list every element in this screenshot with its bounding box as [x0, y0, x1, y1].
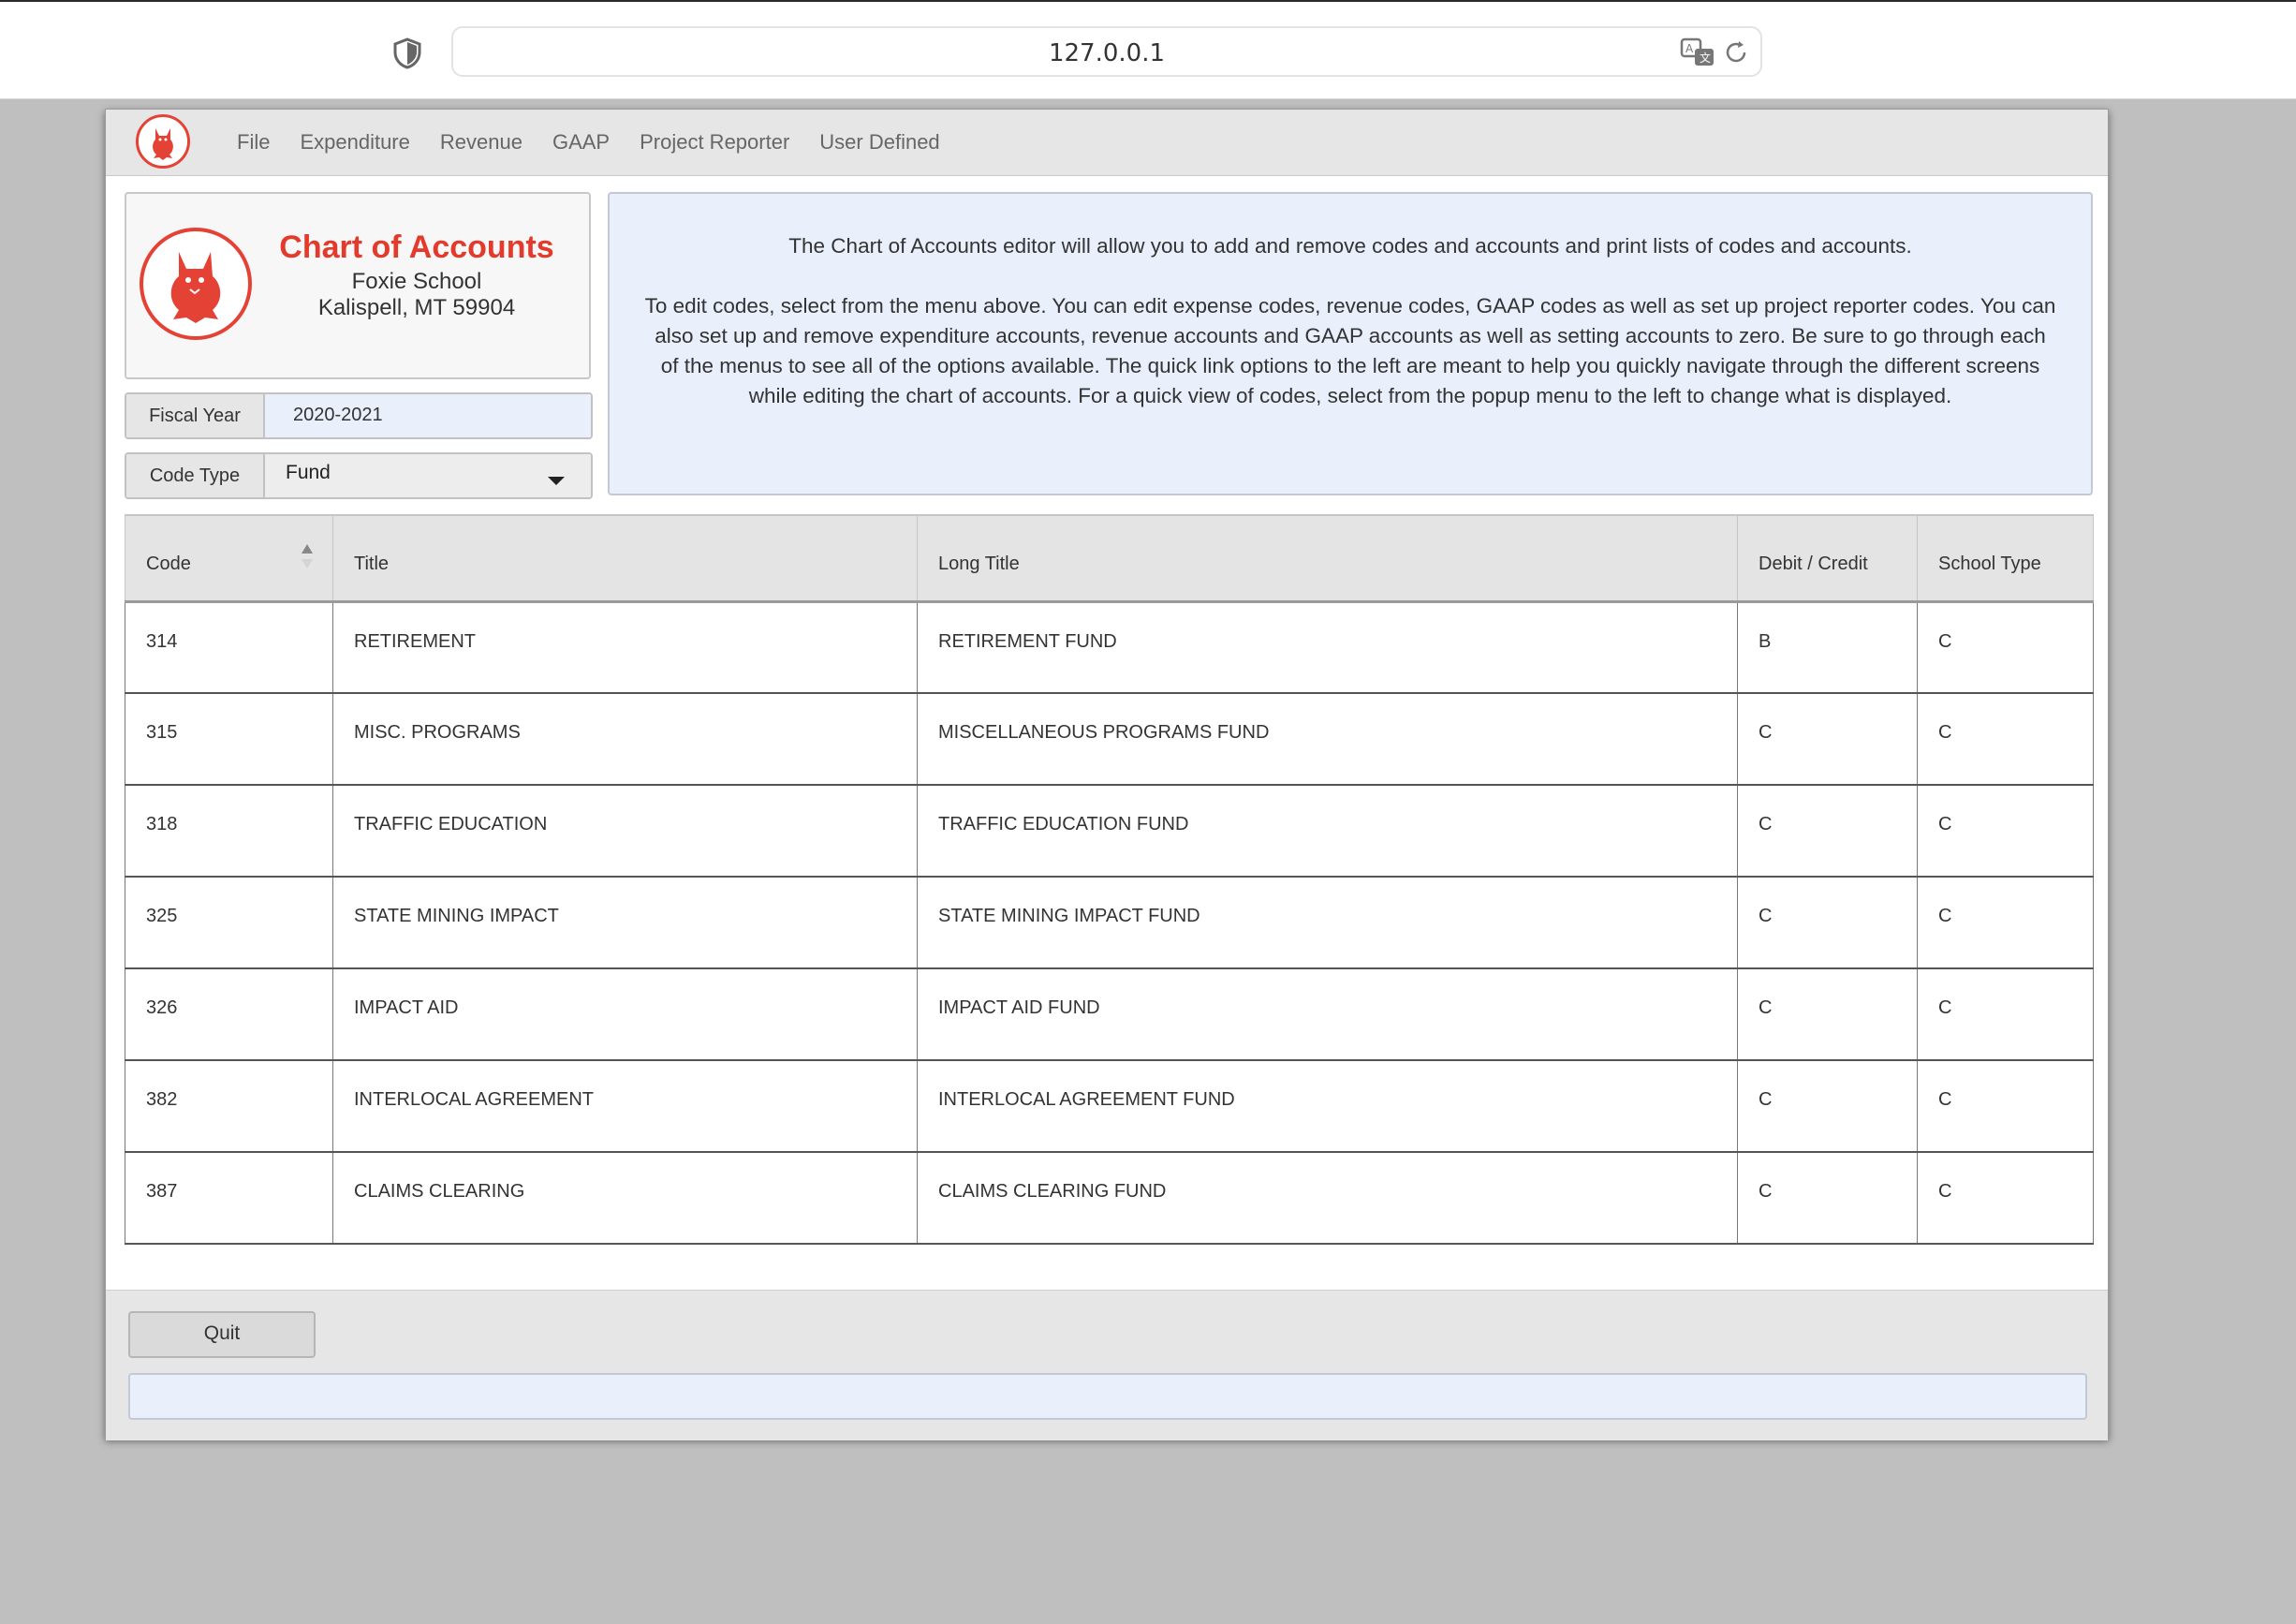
- column-header-code[interactable]: Code: [125, 514, 333, 603]
- table-row[interactable]: 387 CLAIMS CLEARING CLAIMS CLEARING FUND…: [125, 1152, 2094, 1245]
- cell-title: INTERLOCAL AGREEMENT: [332, 1060, 918, 1153]
- cell-school-type: C: [1917, 601, 2094, 694]
- fiscal-year-value[interactable]: 2020-2021: [265, 394, 591, 437]
- url-text: 127.0.0.1: [1048, 39, 1166, 67]
- column-header-label: Title: [354, 554, 390, 575]
- table-row[interactable]: 315 MISC. PROGRAMS MISCELLANEOUS PROGRAM…: [125, 693, 2094, 786]
- cell-code: 387: [125, 1152, 333, 1245]
- column-header-label: Debit / Credit: [1759, 554, 1868, 575]
- column-header-school-type[interactable]: School Type: [1917, 514, 2094, 603]
- menu-bar: File Expenditure Revenue GAAP Project Re…: [106, 110, 2108, 176]
- cell-debit-credit: C: [1737, 877, 1918, 969]
- info-intro: The Chart of Accounts editor will allow …: [788, 234, 1912, 258]
- cell-long-title: STATE MINING IMPACT FUND: [917, 877, 1738, 969]
- footer-bar: Quit: [106, 1290, 2108, 1440]
- fox-logo-icon: [140, 228, 252, 340]
- cell-long-title: IMPACT AID FUND: [917, 968, 1738, 1061]
- table-row[interactable]: 325 STATE MINING IMPACT STATE MINING IMP…: [125, 877, 2094, 969]
- info-panel: The Chart of Accounts editor will allow …: [608, 192, 2093, 495]
- code-type-select[interactable]: Fund: [265, 454, 591, 497]
- cell-title: TRAFFIC EDUCATION: [332, 785, 918, 878]
- fox-logo-icon: [136, 114, 190, 169]
- codes-table: Code Title Long Title Debit / Credit Sch…: [125, 514, 2094, 1245]
- menu-project-reporter[interactable]: Project Reporter: [640, 130, 789, 155]
- cell-code: 325: [125, 877, 333, 969]
- menu-expenditure[interactable]: Expenditure: [300, 130, 409, 155]
- code-type-field: Code Type Fund: [125, 452, 593, 499]
- cell-debit-credit: C: [1737, 1060, 1918, 1153]
- table-row[interactable]: 314 RETIREMENT RETIREMENT FUND B C: [125, 601, 2094, 694]
- cell-code: 318: [125, 785, 333, 878]
- cell-code: 315: [125, 693, 333, 786]
- cell-long-title: INTERLOCAL AGREEMENT FUND: [917, 1060, 1738, 1153]
- column-header-label: Code: [146, 554, 191, 575]
- svg-text:A: A: [1685, 42, 1694, 55]
- shield-icon[interactable]: [391, 37, 423, 69]
- cell-school-type: C: [1917, 1060, 2094, 1153]
- menu-items: File Expenditure Revenue GAAP Project Re…: [237, 130, 940, 155]
- cell-title: CLAIMS CLEARING: [332, 1152, 918, 1245]
- menu-user-defined[interactable]: User Defined: [819, 130, 939, 155]
- browser-toolbar: 127.0.0.1 A 文: [0, 0, 2296, 99]
- cell-debit-credit: C: [1737, 1152, 1918, 1245]
- column-header-title[interactable]: Title: [332, 514, 918, 603]
- address-bar[interactable]: 127.0.0.1 A 文: [451, 26, 1762, 77]
- cell-code: 382: [125, 1060, 333, 1153]
- cell-code: 314: [125, 601, 333, 694]
- svg-text:文: 文: [1700, 51, 1711, 65]
- menu-gaap[interactable]: GAAP: [552, 130, 610, 155]
- cell-debit-credit: B: [1737, 601, 1918, 694]
- cell-debit-credit: C: [1737, 968, 1918, 1061]
- fiscal-year-field: Fiscal Year 2020-2021: [125, 392, 593, 439]
- table-row[interactable]: 318 TRAFFIC EDUCATION TRAFFIC EDUCATION …: [125, 785, 2094, 878]
- school-name: Foxie School: [351, 269, 482, 294]
- cell-debit-credit: C: [1737, 785, 1918, 878]
- cell-school-type: C: [1917, 1152, 2094, 1245]
- translate-icon[interactable]: A 文: [1680, 37, 1715, 67]
- app-window: File Expenditure Revenue GAAP Project Re…: [105, 109, 2109, 1440]
- quit-button[interactable]: Quit: [128, 1311, 316, 1358]
- cell-school-type: C: [1917, 693, 2094, 786]
- column-header-label: Long Title: [938, 554, 1020, 575]
- cell-school-type: C: [1917, 785, 2094, 878]
- cell-long-title: CLAIMS CLEARING FUND: [917, 1152, 1738, 1245]
- cell-school-type: C: [1917, 968, 2094, 1061]
- info-instructions: To edit codes, select from the menu abov…: [644, 294, 2056, 407]
- cell-long-title: TRAFFIC EDUCATION FUND: [917, 785, 1738, 878]
- cell-title: MISC. PROGRAMS: [332, 693, 918, 786]
- cell-title: RETIREMENT: [332, 601, 918, 694]
- chevron-down-icon: [548, 477, 565, 485]
- table-row[interactable]: 382 INTERLOCAL AGREEMENT INTERLOCAL AGRE…: [125, 1060, 2094, 1153]
- menu-file[interactable]: File: [237, 130, 270, 155]
- column-header-long-title[interactable]: Long Title: [917, 514, 1738, 603]
- table-header-row: Code Title Long Title Debit / Credit Sch…: [125, 514, 2094, 603]
- reload-icon[interactable]: [1723, 39, 1749, 66]
- code-type-label: Code Type: [126, 454, 265, 497]
- sort-icon[interactable]: [301, 542, 314, 570]
- cell-code: 326: [125, 968, 333, 1061]
- header-card: Chart of Accounts Foxie School Kalispell…: [125, 192, 591, 379]
- cell-long-title: RETIREMENT FUND: [917, 601, 1738, 694]
- cell-school-type: C: [1917, 877, 2094, 969]
- code-type-value: Fund: [286, 462, 331, 483]
- page-title: Chart of Accounts: [279, 229, 554, 265]
- column-header-label: School Type: [1938, 554, 2041, 575]
- fiscal-year-label: Fiscal Year: [126, 394, 265, 437]
- cell-title: STATE MINING IMPACT: [332, 877, 918, 969]
- column-header-debit-credit[interactable]: Debit / Credit: [1737, 514, 1918, 603]
- cell-debit-credit: C: [1737, 693, 1918, 786]
- status-field: [128, 1373, 2087, 1420]
- cell-title: IMPACT AID: [332, 968, 918, 1061]
- school-location: Kalispell, MT 59904: [317, 295, 516, 320]
- table-row[interactable]: 326 IMPACT AID IMPACT AID FUND C C: [125, 968, 2094, 1061]
- cell-long-title: MISCELLANEOUS PROGRAMS FUND: [917, 693, 1738, 786]
- menu-revenue[interactable]: Revenue: [440, 130, 522, 155]
